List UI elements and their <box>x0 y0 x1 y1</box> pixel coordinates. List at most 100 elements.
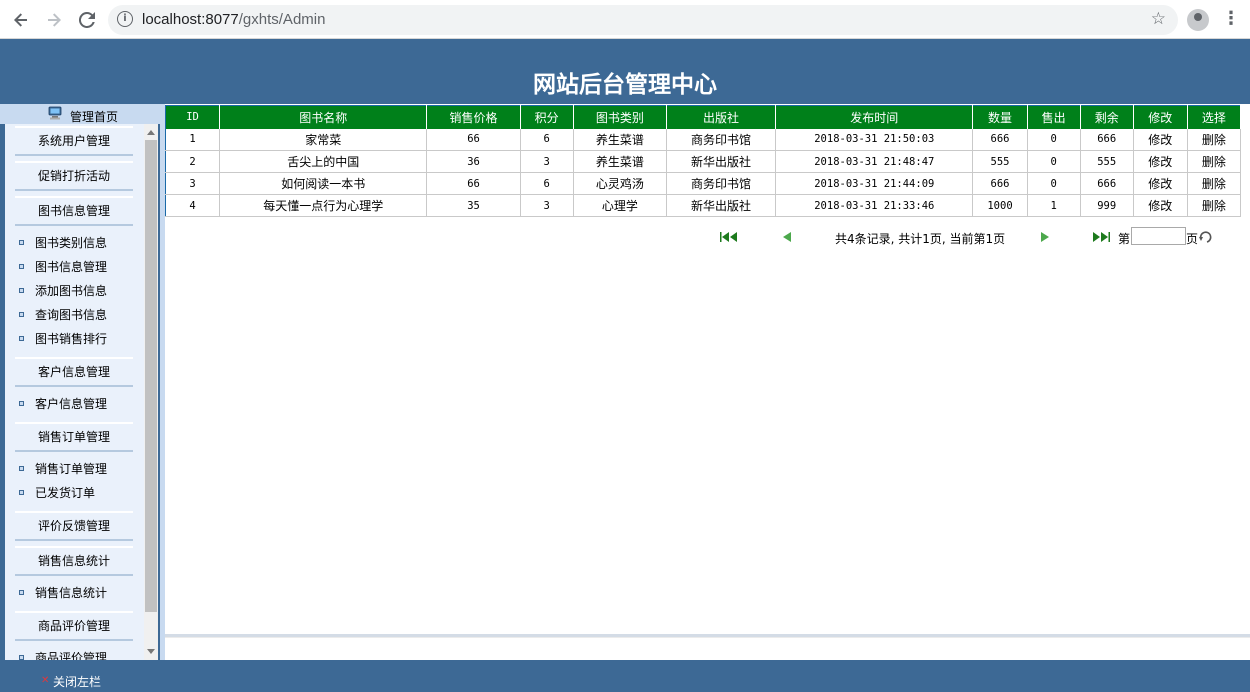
first-page-icon[interactable] <box>719 232 739 242</box>
browser-menu-icon[interactable]: ⋮ <box>1222 9 1240 31</box>
delete-link[interactable]: 删除 <box>1187 194 1242 217</box>
pager-summary: 共4条记录, 共计1页, 当前第1页 <box>835 232 1006 246</box>
sidebar-item-label: 添加图书信息 <box>35 284 108 298</box>
browser-toolbar: i localhost:8077/gxhts/Admin ☆ ⋮ <box>0 0 1250 39</box>
sidebar-item[interactable]: 已发货订单 <box>5 481 144 505</box>
sidebar-item-label: 查询图书信息 <box>35 308 108 322</box>
sidebar-menu: 系统用户管理 促销打折活动 图书信息管理 图书类别信息 图书信息管理 添加图书信息 查询图书… <box>5 124 144 660</box>
delete-link[interactable]: 删除 <box>1187 128 1242 151</box>
bullet-icon <box>19 590 24 595</box>
sidebar-item-label: 图书类别信息 <box>35 236 108 250</box>
last-page-icon[interactable] <box>1091 232 1111 242</box>
table-cell: 2018-03-31 21:50:03 <box>775 128 974 151</box>
table-cell: 3 <box>520 150 574 173</box>
sidebar-item[interactable]: 添加图书信息 <box>5 279 144 303</box>
table-cell: 0 <box>1027 172 1081 195</box>
sidebar-item[interactable]: 商品评价管理 <box>5 646 144 660</box>
table-cell: 商务印书馆 <box>666 172 777 195</box>
table-cell: 家常菜 <box>219 128 428 151</box>
delete-link[interactable]: 删除 <box>1187 172 1242 195</box>
computer-icon <box>48 106 62 120</box>
sidebar-section[interactable]: 图书信息管理 <box>15 196 133 226</box>
main-footer-divider-2 <box>165 637 1250 638</box>
sidebar-item[interactable]: 图书类别信息 <box>5 231 144 255</box>
edit-link[interactable]: 修改 <box>1133 194 1188 217</box>
edit-link[interactable]: 修改 <box>1133 150 1188 173</box>
sidebar-section[interactable]: 销售信息统计 <box>15 546 133 576</box>
bullet-icon <box>19 240 24 245</box>
bullet-icon <box>19 336 24 341</box>
sidebar-section[interactable]: 评价反馈管理 <box>15 511 133 541</box>
bullet-icon <box>19 264 24 269</box>
column-header: 出版社 <box>666 105 777 129</box>
site-info-icon[interactable]: i <box>117 11 133 27</box>
page-title: 网站后台管理中心 <box>533 72 717 98</box>
sidebar-item[interactable]: 查询图书信息 <box>5 303 144 327</box>
next-page-icon[interactable] <box>1040 232 1050 242</box>
address-bar[interactable]: i localhost:8077/gxhts/Admin ☆ <box>108 5 1178 35</box>
table-cell: 0 <box>1027 150 1081 173</box>
sidebar-section[interactable]: 销售订单管理 <box>15 422 133 452</box>
close-sidebar-link[interactable]: 关闭左栏 <box>53 673 101 690</box>
sidebar: 管理首页 系统用户管理 促销打折活动 图书信息管理 图书类别信息 图书信息管理 添加图书信… <box>0 104 160 660</box>
forward-arrow-icon[interactable] <box>42 8 66 32</box>
sidebar-section[interactable]: 促销打折活动 <box>15 161 133 191</box>
column-header: 积分 <box>520 105 574 129</box>
table-cell: 新华出版社 <box>666 150 777 173</box>
scroll-down-icon[interactable] <box>147 649 155 654</box>
table-cell: 666 <box>972 172 1028 195</box>
sidebar-item[interactable]: 销售订单管理 <box>5 457 144 481</box>
bottom-bar: ✕ 关闭左栏 <box>0 660 1250 692</box>
delete-link[interactable]: 删除 <box>1187 150 1242 173</box>
home-link[interactable]: 管理首页 <box>70 108 118 125</box>
table-cell: 1 <box>165 128 221 151</box>
sidebar-item[interactable]: 销售信息统计 <box>5 581 144 605</box>
sidebar-item[interactable]: 图书信息管理 <box>5 255 144 279</box>
bullet-icon <box>19 490 24 495</box>
table-cell: 商务印书馆 <box>666 128 777 151</box>
table-cell: 2018-03-31 21:44:09 <box>775 172 974 195</box>
table-cell: 1000 <box>972 194 1028 217</box>
table-row: 2 舌尖上的中国 36 3 养生菜谱 新华出版社 2018-03-31 21:48:47 55… <box>165 150 1242 173</box>
profile-avatar-icon[interactable] <box>1187 9 1209 31</box>
back-arrow-icon[interactable] <box>9 8 33 32</box>
scroll-thumb[interactable] <box>145 140 157 612</box>
scroll-up-icon[interactable] <box>147 130 155 135</box>
sidebar-section[interactable]: 客户信息管理 <box>15 357 133 387</box>
table-cell: 4 <box>165 194 221 217</box>
table-cell: 1 <box>1027 194 1081 217</box>
close-icon[interactable]: ✕ <box>41 675 49 686</box>
page-number-input[interactable] <box>1131 227 1186 245</box>
table-cell: 心灵鸡汤 <box>573 172 667 195</box>
column-header: 选择 <box>1187 105 1242 129</box>
table-cell: 如何阅读一本书 <box>219 172 428 195</box>
edit-link[interactable]: 修改 <box>1133 128 1188 151</box>
sidebar-scrollbar[interactable] <box>144 124 158 660</box>
table-cell: 养生菜谱 <box>573 150 667 173</box>
sidebar-item[interactable]: 客户信息管理 <box>5 392 144 416</box>
table-cell: 2 <box>165 150 221 173</box>
page-suffix-label: 页 <box>1186 232 1199 246</box>
sidebar-item-label: 销售信息统计 <box>35 586 108 600</box>
table-cell: 36 <box>426 150 521 173</box>
table-cell: 66 <box>426 128 521 151</box>
sidebar-item[interactable]: 图书销售排行 <box>5 327 144 351</box>
bookmark-star-icon[interactable]: ☆ <box>1151 9 1166 29</box>
table-row: 3 如何阅读一本书 66 6 心灵鸡汤 商务印书馆 2018-03-31 21:44:09 6… <box>165 172 1242 195</box>
table-cell: 2018-03-31 21:48:47 <box>775 150 974 173</box>
edit-link[interactable]: 修改 <box>1133 172 1188 195</box>
bullet-icon <box>19 401 24 406</box>
table-cell: 666 <box>1080 172 1134 195</box>
reload-icon[interactable] <box>75 8 99 32</box>
go-page-icon[interactable] <box>1199 230 1215 244</box>
sidebar-section[interactable]: 系统用户管理 <box>15 126 133 156</box>
sidebar-section[interactable]: 商品评价管理 <box>15 611 133 641</box>
table-cell: 心理学 <box>573 194 667 217</box>
table-cell: 66 <box>426 172 521 195</box>
book-table: ID 图书名称 销售价格 积分 图书类别 出版社 发布时间 数量 售出 剩余 修改 选择 1 家常菜 66… <box>165 105 1242 217</box>
column-header: 发布时间 <box>775 105 974 129</box>
table-cell: 养生菜谱 <box>573 128 667 151</box>
column-header: 售出 <box>1027 105 1081 129</box>
page-prefix-label: 第 <box>1118 232 1131 246</box>
prev-page-icon[interactable] <box>782 232 792 242</box>
